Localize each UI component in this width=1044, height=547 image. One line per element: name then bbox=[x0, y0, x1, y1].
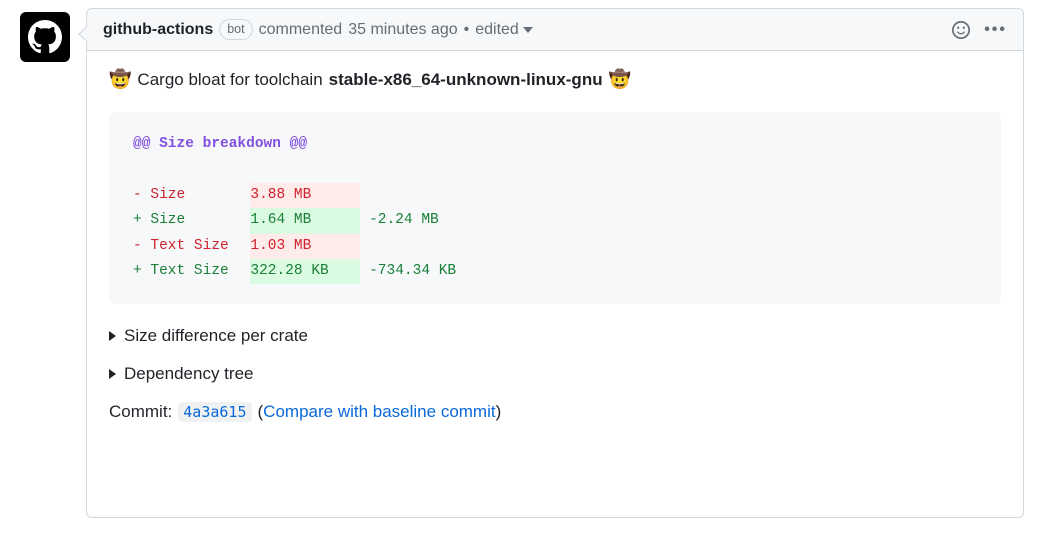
cowboy-emoji: 🤠 bbox=[609, 69, 631, 90]
comment-header: github-actions bot commented 35 minutes … bbox=[87, 9, 1023, 51]
diff-row-add: + Text Size322.28 KB -734.34 KB bbox=[133, 263, 456, 279]
compare-link[interactable]: Compare with baseline commit bbox=[263, 402, 495, 421]
comment-body: 🤠 Cargo bloat for toolchain stable-x86_6… bbox=[87, 51, 1023, 436]
author-name[interactable]: github-actions bbox=[103, 21, 213, 39]
bot-badge: bot bbox=[219, 19, 252, 40]
details-size-per-crate[interactable]: Size difference per crate bbox=[109, 326, 1001, 346]
commit-hash[interactable]: 4a3a615 bbox=[178, 402, 251, 422]
diff-row-del: - Size3.88 MB bbox=[133, 187, 360, 203]
github-icon bbox=[28, 20, 62, 54]
separator: • bbox=[464, 21, 470, 39]
avatar[interactable] bbox=[20, 12, 70, 62]
comment-title: 🤠 Cargo bloat for toolchain stable-x86_6… bbox=[109, 69, 1001, 90]
kebab-icon: ••• bbox=[984, 22, 1007, 38]
title-prefix: Cargo bloat for toolchain bbox=[137, 70, 322, 90]
summary-size-per-crate[interactable]: Size difference per crate bbox=[109, 326, 1001, 346]
paren-close: ) bbox=[496, 402, 502, 421]
commit-line: Commit: 4a3a615 (Compare with baseline c… bbox=[109, 402, 1001, 422]
toolchain-name: stable-x86_64-unknown-linux-gnu bbox=[329, 70, 603, 90]
diff-header: @@ Size breakdown @@ bbox=[133, 136, 307, 152]
edited-dropdown[interactable]: edited bbox=[475, 21, 533, 39]
timestamp[interactable]: 35 minutes ago bbox=[348, 21, 457, 39]
details-dependency-tree[interactable]: Dependency tree bbox=[109, 364, 1001, 384]
commented-label: commented bbox=[259, 21, 343, 39]
more-actions-button[interactable]: ••• bbox=[984, 22, 1007, 38]
summary-dependency-tree[interactable]: Dependency tree bbox=[109, 364, 1001, 384]
edited-label: edited bbox=[475, 21, 519, 39]
react-button[interactable] bbox=[952, 21, 970, 39]
commit-label: Commit: bbox=[109, 402, 172, 422]
diff-row-add: + Size1.64 MB -2.24 MB bbox=[133, 212, 439, 228]
comment-container: github-actions bot commented 35 minutes … bbox=[86, 8, 1024, 518]
cowboy-emoji: 🤠 bbox=[109, 69, 131, 90]
diff-code-block: @@ Size breakdown @@ - Size3.88 MB + Siz… bbox=[109, 112, 1001, 304]
smiley-icon bbox=[952, 21, 970, 39]
caret-down-icon bbox=[523, 25, 533, 35]
diff-row-del: - Text Size1.03 MB bbox=[133, 238, 360, 254]
